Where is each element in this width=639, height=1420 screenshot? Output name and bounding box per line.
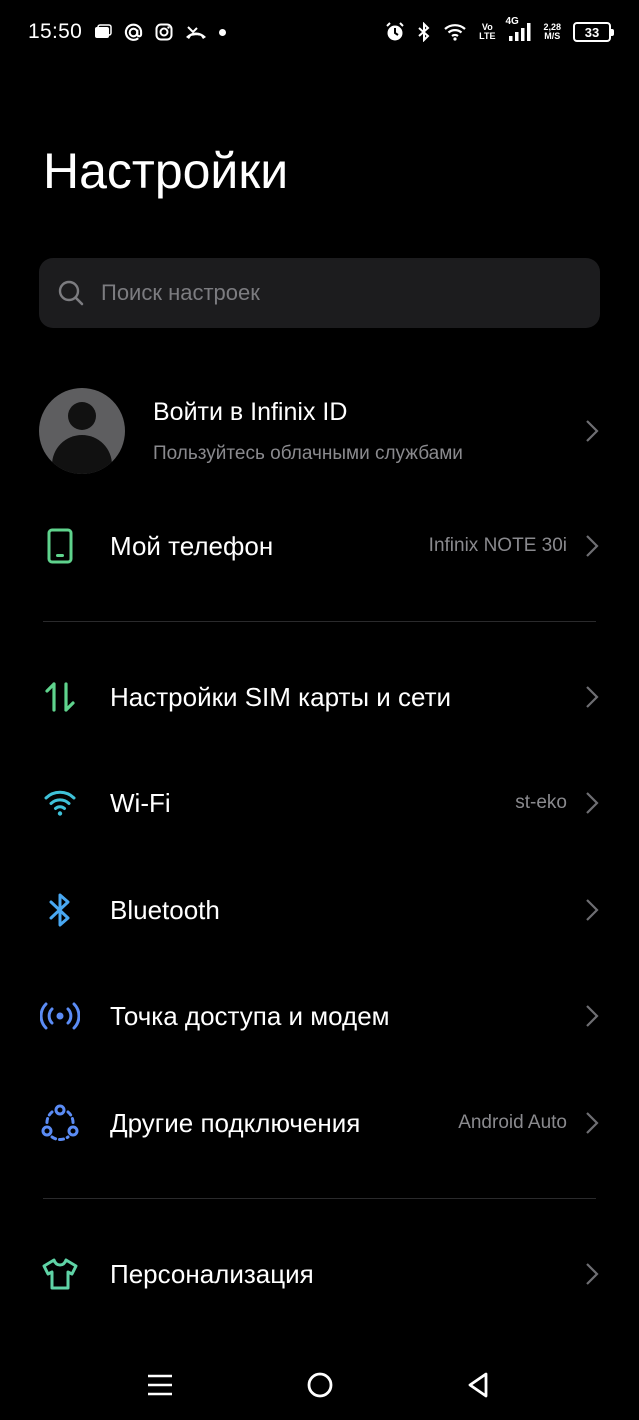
infinix-id-account-row[interactable]: Войти в Infinix ID Пользуйтесь облачными…: [39, 386, 609, 476]
search-icon: [57, 279, 85, 307]
network-type: 4G: [505, 16, 519, 27]
settings-item-label: Персонализация: [110, 1258, 314, 1289]
account-text: Войти в Infinix ID Пользуйтесь облачными…: [153, 398, 609, 465]
hotspot-icon: [40, 996, 80, 1036]
home-icon[interactable]: [295, 1360, 345, 1410]
settings-item-wifi[interactable]: Wi-Fi st-eko: [0, 768, 639, 838]
back-icon[interactable]: [453, 1360, 503, 1410]
settings-item-label: Настройки SIM карты и сети: [110, 681, 452, 712]
dot-icon: [219, 28, 227, 36]
settings-item-sim-network[interactable]: Настройки SIM карты и сети: [0, 662, 639, 732]
bluetooth-status-icon: [417, 22, 431, 42]
instagram-icon: [155, 23, 173, 41]
connections-icon: [40, 1103, 80, 1143]
clock: 15:50: [28, 20, 83, 43]
network-speed: 2,28 M/S: [543, 23, 561, 41]
settings-item-other-connections[interactable]: Другие подключения Android Auto: [0, 1088, 639, 1158]
settings-screen: 15:50 Vo LTE 4G 2,28 M/S 33 Настройки По…: [0, 0, 639, 1420]
bluetooth-icon: [40, 890, 80, 930]
menu-icon[interactable]: [135, 1360, 185, 1410]
settings-item-personalization[interactable]: Персонализация: [0, 1239, 639, 1309]
volte-indicator: Vo LTE: [479, 23, 495, 41]
battery-icon: 33: [573, 22, 614, 42]
chevron-right-icon: [585, 1004, 599, 1028]
signal-icon: 4G: [505, 16, 531, 42]
divider: [43, 621, 596, 622]
chevron-right-icon: [585, 1111, 599, 1135]
navigation-bar: [0, 1350, 639, 1420]
settings-item-label: Мой телефон: [110, 530, 274, 561]
settings-item-label: Bluetooth: [110, 894, 220, 925]
speed-unit: M/S: [544, 31, 561, 41]
missed-call-icon: [185, 24, 207, 40]
wifi-status-icon: [443, 23, 467, 41]
settings-item-label: Другие подключения: [110, 1107, 361, 1138]
settings-item-label: Точка доступа и модем: [110, 1000, 390, 1031]
image-notification-icon: [94, 24, 112, 40]
chevron-right-icon: [585, 1262, 599, 1286]
avatar-head: [68, 402, 96, 430]
status-bar: 15:50 Vo LTE 4G 2,28 M/S 33: [0, 0, 639, 64]
divider: [43, 1198, 596, 1199]
settings-item-value: Infinix NOTE 30i: [428, 535, 567, 556]
chevron-right-icon: [585, 791, 599, 815]
data-arrows-icon: [40, 677, 80, 717]
page-title: Настройки: [43, 143, 289, 199]
tshirt-icon: [40, 1254, 80, 1294]
chevron-right-icon: [585, 534, 599, 558]
settings-item-my-phone[interactable]: Мой телефон Infinix NOTE 30i: [0, 511, 639, 581]
settings-item-hotspot[interactable]: Точка доступа и модем: [0, 981, 639, 1051]
status-bar-left: 15:50: [28, 20, 227, 44]
chevron-right-icon: [585, 419, 599, 443]
phone-icon: [40, 526, 80, 566]
settings-item-value: st-eko: [515, 792, 567, 813]
chevron-right-icon: [585, 685, 599, 709]
volte-bottom: LTE: [479, 31, 496, 41]
battery-level: 33: [584, 24, 600, 40]
alarm-icon: [385, 22, 405, 42]
settings-item-label: Wi-Fi: [110, 787, 171, 818]
wifi-icon: [40, 783, 80, 823]
account-subtitle: Пользуйтесь облачными службами: [153, 442, 463, 464]
status-bar-right: Vo LTE 4G 2,28 M/S 33: [385, 16, 614, 42]
search-input[interactable]: [101, 280, 541, 306]
avatar-body: [52, 435, 112, 474]
account-title: Войти в Infinix ID: [153, 397, 348, 426]
avatar: [39, 388, 125, 474]
chevron-right-icon: [585, 898, 599, 922]
at-sign-icon: [124, 23, 143, 42]
search-bar[interactable]: [39, 258, 600, 328]
settings-item-bluetooth[interactable]: Bluetooth: [0, 875, 639, 945]
settings-item-value: Android Auto: [458, 1112, 567, 1133]
